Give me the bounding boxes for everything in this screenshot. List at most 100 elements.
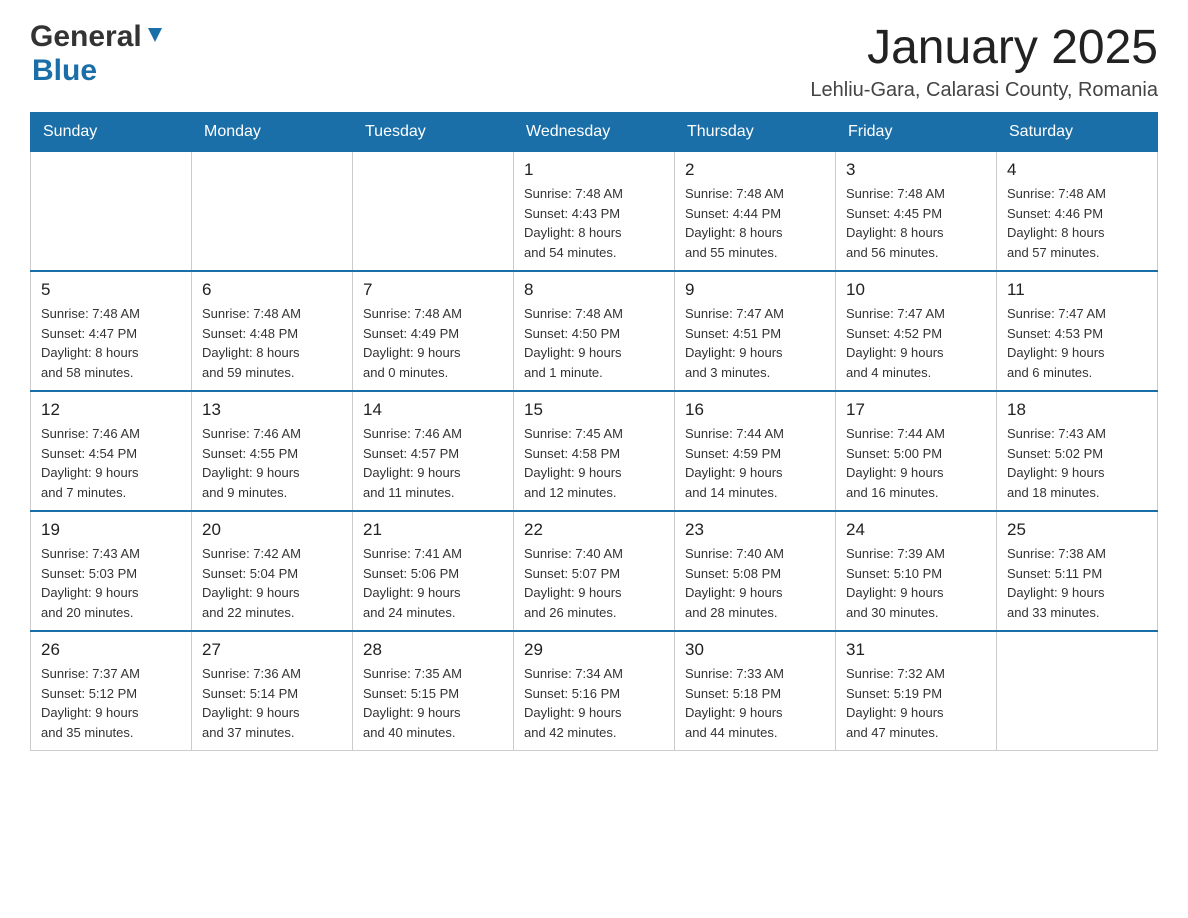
- day-info: Sunrise: 7:44 AM Sunset: 5:00 PM Dayligh…: [846, 424, 986, 502]
- day-number: 16: [685, 400, 825, 420]
- day-info: Sunrise: 7:34 AM Sunset: 5:16 PM Dayligh…: [524, 664, 664, 742]
- day-number: 27: [202, 640, 342, 660]
- day-info: Sunrise: 7:45 AM Sunset: 4:58 PM Dayligh…: [524, 424, 664, 502]
- day-number: 7: [363, 280, 503, 300]
- day-number: 28: [363, 640, 503, 660]
- day-info: Sunrise: 7:48 AM Sunset: 4:50 PM Dayligh…: [524, 304, 664, 382]
- day-cell: 23Sunrise: 7:40 AM Sunset: 5:08 PM Dayli…: [675, 511, 836, 631]
- day-number: 25: [1007, 520, 1147, 540]
- day-cell: 26 Sunrise: 7:37 AM Sunset: 5:12 PM Dayli…: [31, 631, 192, 751]
- day-number: 10: [846, 280, 986, 300]
- day-cell: [353, 152, 514, 272]
- day-cell: [997, 631, 1158, 751]
- day-number: 23: [685, 520, 825, 540]
- day-info: Sunrise: 7:32 AM Sunset: 5:19 PM Dayligh…: [846, 664, 986, 742]
- page-header: General Blue January 2025 Lehliu-Gara, C…: [30, 20, 1158, 102]
- day-cell: 12 Sunrise: 7:46 AM Sunset: 4:54 PM Dayli…: [31, 391, 192, 511]
- day-cell: 1Sunrise: 7:48 AM Sunset: 4:43 PM Daylig…: [514, 152, 675, 272]
- day-number: 17: [846, 400, 986, 420]
- day-number: 29: [524, 640, 664, 660]
- day-number: 15: [524, 400, 664, 420]
- day-info: Sunrise: 7:47 AM Sunset: 4:53 PM Dayligh…: [1007, 304, 1147, 382]
- day-info: Sunrise: 7:44 AM Sunset: 4:59 PM Dayligh…: [685, 424, 825, 502]
- day-info: Sunrise: 7:37 AM Sunset: 5:12 PM Dayligh…: [41, 664, 181, 742]
- day-cell: 6 Sunrise: 7:48 AM Sunset: 4:48 PM Daylig…: [192, 271, 353, 391]
- weekday-header-saturday: Saturday: [997, 113, 1158, 152]
- day-number: 26: [41, 640, 181, 660]
- day-info: Sunrise: 7:41 AM Sunset: 5:06 PM Dayligh…: [363, 544, 503, 622]
- day-cell: 20 Sunrise: 7:42 AM Sunset: 5:04 PM Dayli…: [192, 511, 353, 631]
- week-row-3: 12 Sunrise: 7:46 AM Sunset: 4:54 PM Dayli…: [31, 391, 1158, 511]
- day-info: Sunrise: 7:36 AM Sunset: 5:14 PM Dayligh…: [202, 664, 342, 742]
- logo-general-text: General: [30, 20, 142, 54]
- day-number: 3: [846, 160, 986, 180]
- day-number: 20: [202, 520, 342, 540]
- day-info: Sunrise: 7:48 AM Sunset: 4:45 PM Dayligh…: [846, 184, 986, 262]
- day-number: 14: [363, 400, 503, 420]
- day-number: 18: [1007, 400, 1147, 420]
- day-number: 6: [202, 280, 342, 300]
- weekday-header-friday: Friday: [836, 113, 997, 152]
- day-number: 12: [41, 400, 181, 420]
- day-cell: [31, 152, 192, 272]
- day-cell: 22Sunrise: 7:40 AM Sunset: 5:07 PM Dayli…: [514, 511, 675, 631]
- logo: General Blue: [30, 20, 166, 88]
- day-info: Sunrise: 7:43 AM Sunset: 5:03 PM Dayligh…: [41, 544, 181, 622]
- week-row-5: 26 Sunrise: 7:37 AM Sunset: 5:12 PM Dayli…: [31, 631, 1158, 751]
- day-cell: 18Sunrise: 7:43 AM Sunset: 5:02 PM Dayli…: [997, 391, 1158, 511]
- day-info: Sunrise: 7:33 AM Sunset: 5:18 PM Dayligh…: [685, 664, 825, 742]
- week-row-1: 1Sunrise: 7:48 AM Sunset: 4:43 PM Daylig…: [31, 152, 1158, 272]
- day-cell: 8 Sunrise: 7:48 AM Sunset: 4:50 PM Daylig…: [514, 271, 675, 391]
- day-cell: 21 Sunrise: 7:41 AM Sunset: 5:06 PM Dayli…: [353, 511, 514, 631]
- day-info: Sunrise: 7:35 AM Sunset: 5:15 PM Dayligh…: [363, 664, 503, 742]
- day-cell: 29 Sunrise: 7:34 AM Sunset: 5:16 PM Dayli…: [514, 631, 675, 751]
- day-info: Sunrise: 7:42 AM Sunset: 5:04 PM Dayligh…: [202, 544, 342, 622]
- day-cell: 14 Sunrise: 7:46 AM Sunset: 4:57 PM Dayli…: [353, 391, 514, 511]
- day-info: Sunrise: 7:47 AM Sunset: 4:51 PM Dayligh…: [685, 304, 825, 382]
- day-info: Sunrise: 7:38 AM Sunset: 5:11 PM Dayligh…: [1007, 544, 1147, 622]
- weekday-header-thursday: Thursday: [675, 113, 836, 152]
- day-cell: 5 Sunrise: 7:48 AM Sunset: 4:47 PM Daylig…: [31, 271, 192, 391]
- day-cell: 28 Sunrise: 7:35 AM Sunset: 5:15 PM Dayli…: [353, 631, 514, 751]
- day-info: Sunrise: 7:48 AM Sunset: 4:48 PM Dayligh…: [202, 304, 342, 382]
- day-number: 1: [524, 160, 664, 180]
- day-number: 24: [846, 520, 986, 540]
- day-info: Sunrise: 7:39 AM Sunset: 5:10 PM Dayligh…: [846, 544, 986, 622]
- day-info: Sunrise: 7:48 AM Sunset: 4:44 PM Dayligh…: [685, 184, 825, 262]
- weekday-header-monday: Monday: [192, 113, 353, 152]
- day-cell: 15 Sunrise: 7:45 AM Sunset: 4:58 PM Dayli…: [514, 391, 675, 511]
- day-number: 4: [1007, 160, 1147, 180]
- month-title: January 2025: [810, 20, 1158, 75]
- day-number: 11: [1007, 280, 1147, 300]
- day-cell: 13Sunrise: 7:46 AM Sunset: 4:55 PM Dayli…: [192, 391, 353, 511]
- day-cell: 10 Sunrise: 7:47 AM Sunset: 4:52 PM Dayli…: [836, 271, 997, 391]
- day-info: Sunrise: 7:40 AM Sunset: 5:07 PM Dayligh…: [524, 544, 664, 622]
- day-cell: [192, 152, 353, 272]
- week-row-4: 19 Sunrise: 7:43 AM Sunset: 5:03 PM Dayli…: [31, 511, 1158, 631]
- day-number: 21: [363, 520, 503, 540]
- weekday-header-tuesday: Tuesday: [353, 113, 514, 152]
- day-cell: 17 Sunrise: 7:44 AM Sunset: 5:00 PM Dayli…: [836, 391, 997, 511]
- day-cell: 3 Sunrise: 7:48 AM Sunset: 4:45 PM Daylig…: [836, 152, 997, 272]
- day-cell: 11 Sunrise: 7:47 AM Sunset: 4:53 PM Dayli…: [997, 271, 1158, 391]
- day-cell: 19 Sunrise: 7:43 AM Sunset: 5:03 PM Dayli…: [31, 511, 192, 631]
- weekday-header-row: SundayMondayTuesdayWednesdayThursdayFrid…: [31, 113, 1158, 152]
- day-cell: 9Sunrise: 7:47 AM Sunset: 4:51 PM Daylig…: [675, 271, 836, 391]
- day-info: Sunrise: 7:46 AM Sunset: 4:55 PM Dayligh…: [202, 424, 342, 502]
- day-info: Sunrise: 7:48 AM Sunset: 4:49 PM Dayligh…: [363, 304, 503, 382]
- day-info: Sunrise: 7:46 AM Sunset: 4:57 PM Dayligh…: [363, 424, 503, 502]
- day-info: Sunrise: 7:48 AM Sunset: 4:47 PM Dayligh…: [41, 304, 181, 382]
- day-info: Sunrise: 7:46 AM Sunset: 4:54 PM Dayligh…: [41, 424, 181, 502]
- week-row-2: 5 Sunrise: 7:48 AM Sunset: 4:47 PM Daylig…: [31, 271, 1158, 391]
- day-number: 2: [685, 160, 825, 180]
- day-number: 19: [41, 520, 181, 540]
- day-number: 5: [41, 280, 181, 300]
- day-number: 8: [524, 280, 664, 300]
- day-cell: 31 Sunrise: 7:32 AM Sunset: 5:19 PM Dayli…: [836, 631, 997, 751]
- day-cell: 24 Sunrise: 7:39 AM Sunset: 5:10 PM Dayli…: [836, 511, 997, 631]
- weekday-header-wednesday: Wednesday: [514, 113, 675, 152]
- day-cell: 7 Sunrise: 7:48 AM Sunset: 4:49 PM Daylig…: [353, 271, 514, 391]
- day-info: Sunrise: 7:47 AM Sunset: 4:52 PM Dayligh…: [846, 304, 986, 382]
- day-cell: 2 Sunrise: 7:48 AM Sunset: 4:44 PM Daylig…: [675, 152, 836, 272]
- day-number: 31: [846, 640, 986, 660]
